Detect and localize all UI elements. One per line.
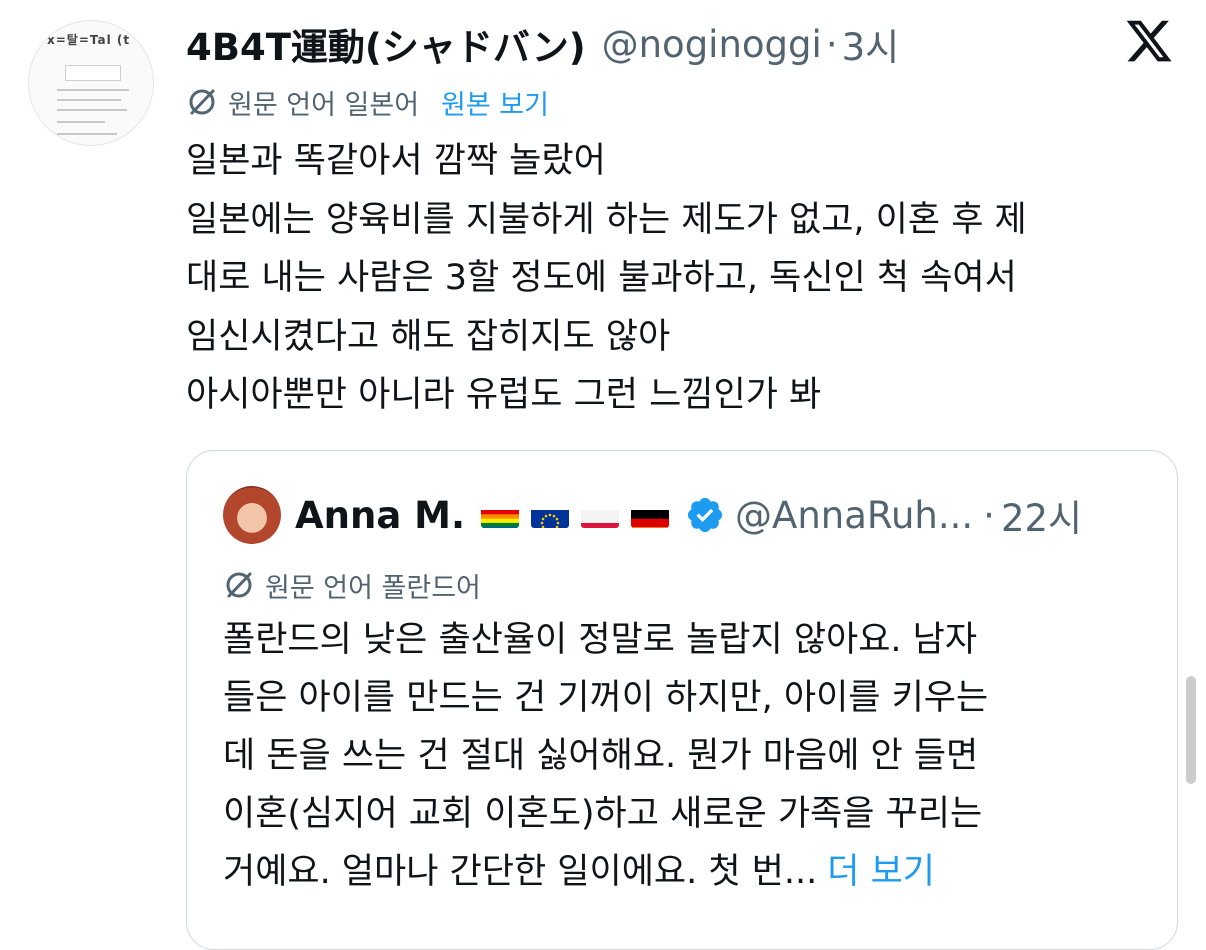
quoted-translation-info: 원문 언어 폴란드어 [223,565,481,605]
quoted-author-avatar[interactable] [223,486,281,544]
avatar-line [57,133,117,135]
poland-flag-icon [581,502,620,528]
quoted-text-line: 폴란드의 낮은 출산율이 정말로 놀랍지 않아요. 남자 [223,620,978,660]
eu-flag-icon [531,502,570,528]
author-avatar[interactable]: x=탈=Tal (t [28,20,154,146]
quoted-author-name[interactable]: Anna M. [295,494,465,537]
quoted-tweet-header: Anna M. @AnnaRuh... · 22시 [223,483,1082,547]
tweet-text-line: 아시아뿐만 아니라 유럽도 그런 느낌인가 봐 [186,375,822,415]
original-language-label: 원문 언어 일본어 [228,89,420,121]
quoted-text-line: 이혼(심지어 교회 이혼도)하고 새로운 가족을 꾸리는 [223,794,983,834]
tweet-text-line: 일본과 똑같아서 깜짝 놀랐어 [186,141,606,181]
quoted-text-line: 데 돈을 쓰는 건 절대 싫어해요. 뭔가 마음에 안 들면 [223,736,979,776]
avatar-line [57,121,105,123]
avatar-line [57,89,129,91]
quoted-text-line: 거예요. 얼마나 간단한 일이에요. 첫 번... 더 보기 [223,843,1143,901]
tweet-text-line: 일본에는 양육비를 지불하게 하는 제도가 없고, 이혼 후 제 [186,199,1027,240]
quoted-original-language-label: 원문 언어 폴란드어 [265,572,481,604]
quoted-text-last: 거예요. 얼마나 간단한 일이에요. 첫 번... [223,852,818,892]
tweet-text-line: 임신시켰다고 해도 잡히지도 않아 [186,316,671,357]
author-name[interactable]: 4B4T運動(シャドバン) [186,17,586,71]
show-original-link[interactable]: 원본 보기 [441,83,549,122]
quoted-header-separator: · [983,493,995,537]
quoted-text-line: 들은 아이를 만드는 건 기꺼이 하지만, 아이를 키우는 [223,678,989,718]
translate-icon [226,572,252,598]
germany-flag-icon [631,502,670,528]
scrollbar-thumb[interactable] [1186,676,1196,784]
quoted-tweet-card[interactable]: Anna M. @AnnaRuh... · 22시 원문 언어 폴란드어 폴란드… [186,450,1178,950]
quoted-tweet-timestamp[interactable]: 22시 [1001,488,1082,542]
rainbow-flag-icon [481,502,520,528]
tweet-header: 4B4T運動(シャドバン) @noginoggi · 3시 [186,12,899,76]
avatar-line [57,99,121,101]
header-separator: · [825,22,838,66]
avatar-title-text: x=탈=Tal (t [47,33,131,47]
tweet-body: 일본과 똑같아서 깜짝 놀랐어 일본에는 양육비를 지불하게 하는 제도가 없고… [186,132,1186,425]
avatar-image-box [65,65,121,81]
translation-info: 원문 언어 일본어 원본 보기 [186,82,549,122]
avatar-line [57,109,127,111]
verified-badge-icon [687,497,723,533]
show-more-link[interactable]: 더 보기 [827,852,935,892]
tweet-text-line: 대로 내는 사람은 3할 정도에 불과하고, 독신인 척 속여서 [186,258,1017,298]
tweet-timestamp[interactable]: 3시 [842,17,900,71]
translate-icon [189,89,215,115]
x-logo-icon[interactable] [1124,16,1174,66]
quoted-author-handle[interactable]: @AnnaRuh... [735,494,973,537]
quoted-tweet-body: 폴란드의 낮은 출산율이 정말로 놀랍지 않아요. 남자 들은 아이를 만드는 … [223,611,1143,901]
author-handle[interactable]: @noginoggi [602,23,822,66]
